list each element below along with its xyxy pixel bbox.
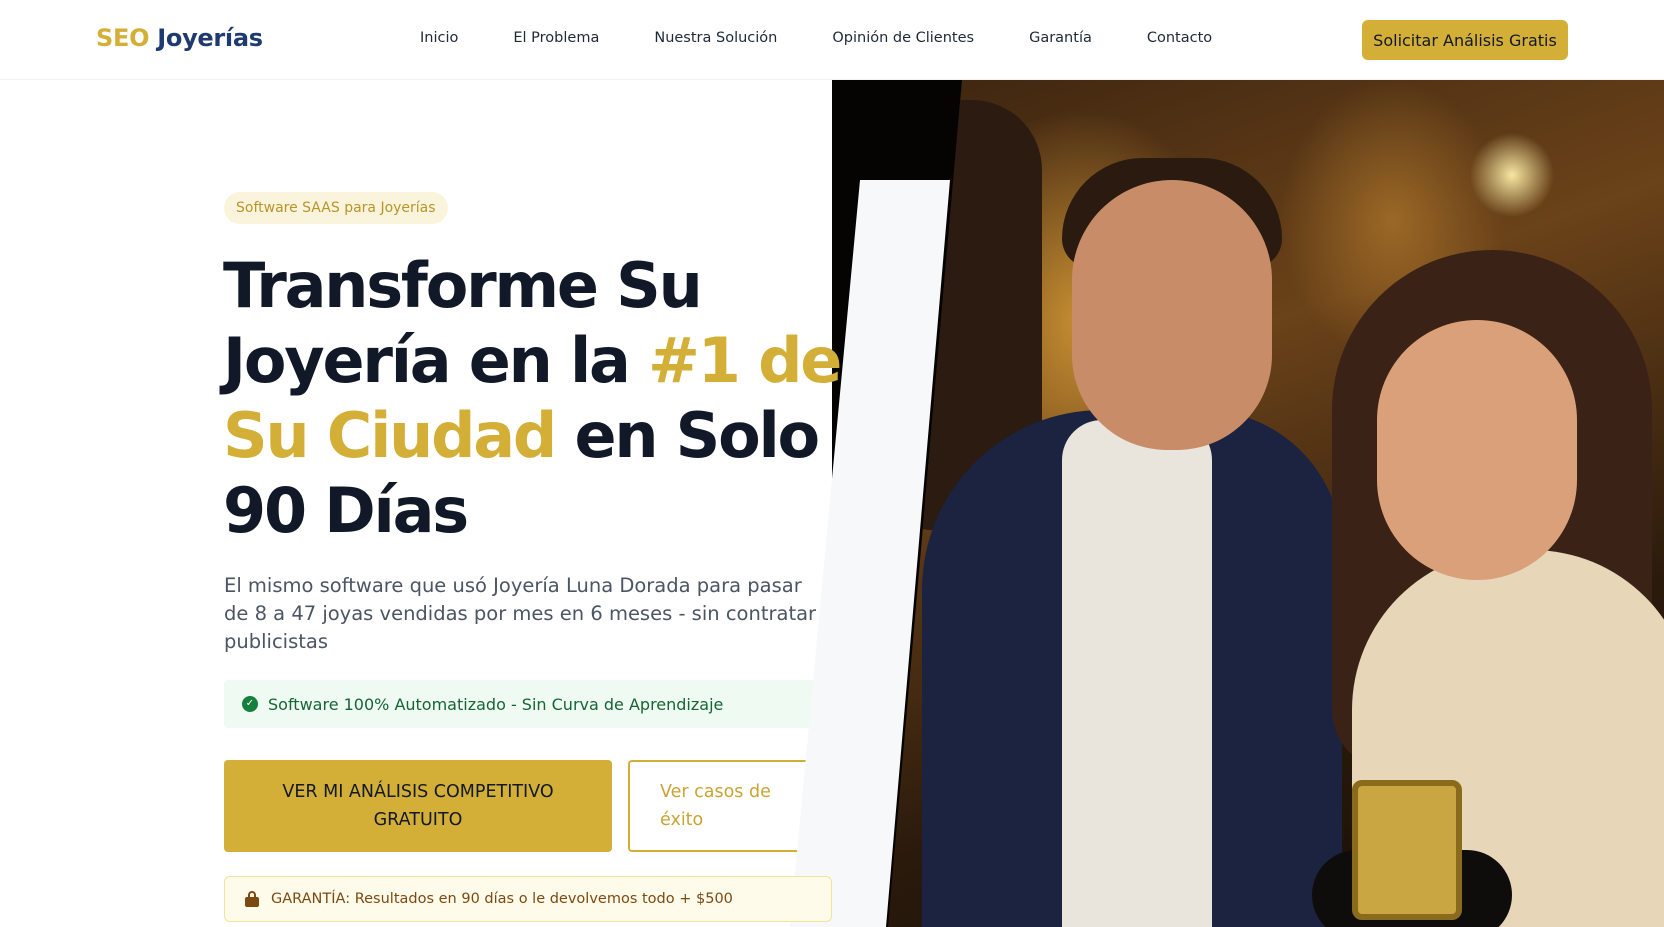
hero-image <box>832 80 1664 927</box>
logo-brand: Joyerías <box>157 24 263 52</box>
nav-garantia[interactable]: Garantía <box>1029 30 1092 46</box>
feature-text: Software 100% Automatizado - Sin Curva d… <box>268 694 724 714</box>
hero-photo-couple <box>888 80 1664 927</box>
nav-nuestra-solucion[interactable]: Nuestra Solución <box>654 30 777 46</box>
nav-contacto[interactable]: Contacto <box>1147 30 1212 46</box>
hero-photo-man-face <box>1072 180 1272 450</box>
hero-photo-watch-box <box>1352 780 1462 920</box>
nav-opinion-clientes[interactable]: Opinión de Clientes <box>832 30 974 46</box>
main-nav: Inicio El Problema Nuestra Solución Opin… <box>420 30 1267 46</box>
success-cases-button[interactable]: Ver casos de éxito <box>628 760 828 852</box>
guarantee-notice: GARANTÍA: Resultados en 90 días o le dev… <box>224 876 832 922</box>
competitive-analysis-button[interactable]: VER MI ANÁLISIS COMPETITIVO GRATUITO <box>224 760 612 852</box>
logo-seo: SEO <box>96 24 150 52</box>
feature-highlight: ✓ Software 100% Automatizado - Sin Curva… <box>224 680 816 728</box>
nav-inicio[interactable]: Inicio <box>420 30 458 46</box>
category-badge: Software SAAS para Joyerías <box>224 192 448 224</box>
hero-photo-man-shirt <box>1062 420 1212 927</box>
hero-title-part1: Transforme Su Joyería en la <box>223 249 703 397</box>
guarantee-text: GARANTÍA: Resultados en 90 días o le dev… <box>271 891 733 907</box>
logo[interactable]: SEO Joyerías <box>96 24 263 52</box>
hero-photo-woman-face <box>1377 320 1577 580</box>
nav-el-problema[interactable]: El Problema <box>513 30 599 46</box>
hero-description: El mismo software que usó Joyería Luna D… <box>224 574 817 653</box>
request-analysis-button[interactable]: Solicitar Análisis Gratis <box>1362 20 1568 60</box>
check-circle-icon: ✓ <box>242 696 258 712</box>
hero-title: Transforme Su Joyería en la #1 de Su Ciu… <box>223 248 843 548</box>
lock-icon <box>245 891 259 907</box>
site-header: SEO Joyerías Inicio El Problema Nuestra … <box>0 0 1664 80</box>
